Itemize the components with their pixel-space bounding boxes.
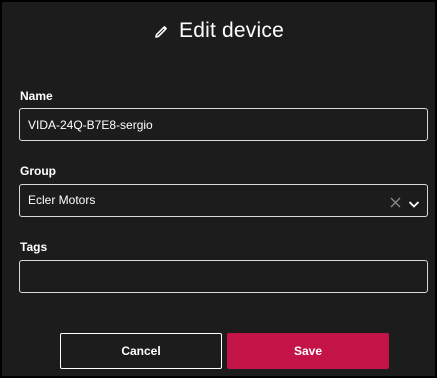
cancel-button[interactable]: Cancel bbox=[60, 333, 222, 369]
tags-label: Tags bbox=[20, 240, 48, 254]
name-input[interactable] bbox=[20, 109, 427, 140]
group-select[interactable]: Ecler Motors bbox=[19, 184, 428, 217]
pencil-icon bbox=[153, 24, 169, 40]
edit-device-dialog: Edit device Name Group Ecler Motors Tags… bbox=[2, 2, 435, 376]
tags-field[interactable] bbox=[19, 260, 428, 293]
tags-input[interactable] bbox=[20, 261, 427, 292]
dialog-title: Edit device bbox=[179, 19, 284, 42]
save-button[interactable]: Save bbox=[227, 333, 389, 369]
group-selected-value: Ecler Motors bbox=[28, 193, 96, 207]
name-field[interactable] bbox=[19, 108, 428, 141]
name-label: Name bbox=[20, 89, 53, 103]
close-icon[interactable] bbox=[390, 195, 401, 208]
group-label: Group bbox=[20, 164, 56, 178]
dialog-header: Edit device bbox=[2, 2, 435, 60]
chevron-down-icon[interactable] bbox=[408, 196, 420, 208]
